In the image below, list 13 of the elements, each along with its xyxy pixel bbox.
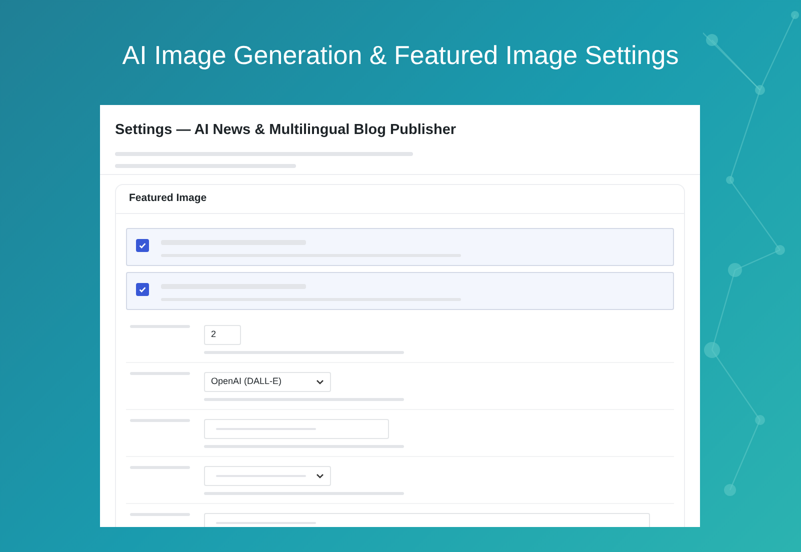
headline: AI Image Generation & Featured Image Settings bbox=[122, 39, 679, 72]
chevron-icon bbox=[316, 473, 324, 479]
select-field[interactable] bbox=[204, 466, 331, 486]
number-field[interactable]: 2 bbox=[204, 325, 241, 345]
section-title: Featured Image bbox=[129, 191, 207, 206]
chevron-icon bbox=[316, 379, 324, 385]
checkbox[interactable] bbox=[136, 283, 149, 296]
check-icon bbox=[138, 241, 147, 250]
check-icon bbox=[138, 285, 147, 294]
text-field[interactable] bbox=[204, 419, 389, 439]
page-title: Settings — AI News & Multilingual Blog Publisher bbox=[115, 121, 456, 139]
select-field[interactable]: OpenAI (DALL-E) bbox=[204, 372, 331, 392]
checkbox[interactable] bbox=[136, 239, 149, 252]
